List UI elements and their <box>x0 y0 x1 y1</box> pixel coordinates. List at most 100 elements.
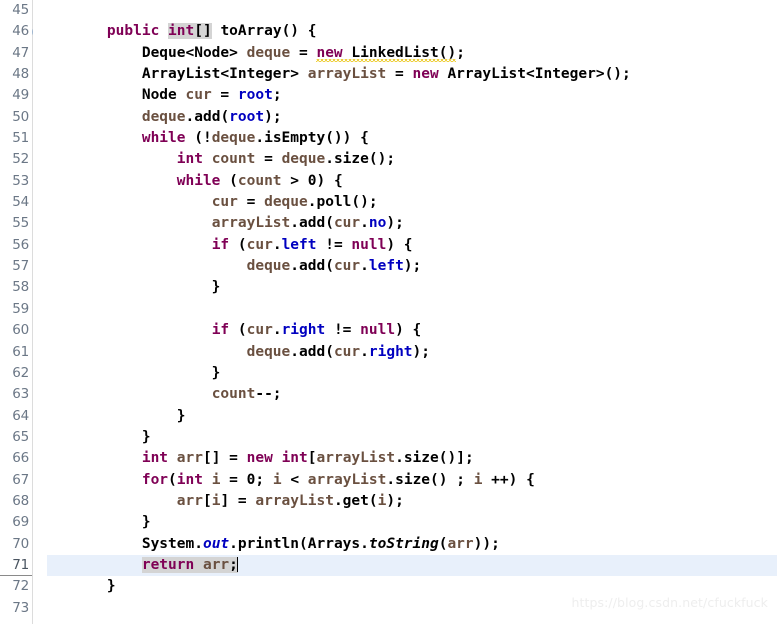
token-local-cur: cur <box>211 194 238 211</box>
line-number: 61 <box>12 343 29 360</box>
token-keyword: public <box>106 23 160 40</box>
token-method-toArray: toArray <box>220 23 282 40</box>
token-method-poll: poll <box>316 194 352 211</box>
code-line[interactable]: System.out.println(Arrays.toString(arr))… <box>47 534 777 555</box>
line-number: 57 <box>12 258 29 275</box>
code-line[interactable]: } <box>47 427 777 448</box>
token-local-deque: deque <box>141 108 186 125</box>
token-local-arr: arr <box>447 535 474 552</box>
token-local-arr: arr <box>176 450 203 467</box>
token-local-arr: arr <box>176 492 203 509</box>
code-text-area[interactable]: public int[] toArray() { Deque<Node> deq… <box>47 0 777 624</box>
code-line[interactable]: arrayList.add(cur.no); <box>47 213 777 234</box>
code-line[interactable]: } <box>47 512 777 533</box>
token-method-add: add <box>299 258 326 275</box>
code-line[interactable]: Deque<Node> deque = new LinkedList(); <box>47 43 777 64</box>
token-keyword: int <box>176 471 203 488</box>
code-line[interactable] <box>47 0 777 21</box>
token-local-arrayList: arrayList <box>307 471 387 488</box>
code-line[interactable]: while (!deque.isEmpty()) { <box>47 128 777 149</box>
line-number: 58 <box>12 279 29 296</box>
code-line[interactable]: deque.add(cur.left); <box>47 256 777 277</box>
code-line[interactable]: int arr[] = new int[arrayList.size()]; <box>47 448 777 469</box>
code-line[interactable]: deque.add(cur.right); <box>47 342 777 363</box>
code-line[interactable]: public int[] toArray() { <box>47 21 777 42</box>
code-line-current[interactable]: return arr; <box>47 554 777 577</box>
token-type-Node: Node <box>141 87 177 104</box>
code-line[interactable]: if (cur.right != null) { <box>47 320 777 341</box>
java-source-editor[interactable]: 45 46 47 48 49 50 51 52 53 54 55 56 57 5… <box>0 0 777 624</box>
line-number: 47 <box>12 44 29 61</box>
code-line[interactable] <box>47 598 777 619</box>
line-number: 46 <box>0 21 43 42</box>
code-line[interactable]: int count = deque.size(); <box>47 149 777 170</box>
token-field-right: right <box>368 343 413 360</box>
line-number: 51 <box>12 130 29 147</box>
line-number: 72 <box>12 578 29 595</box>
token-method-size: size <box>333 151 369 168</box>
token-local-deque: deque <box>264 194 308 211</box>
token-local-arr: arr <box>202 556 230 573</box>
line-number: 60 <box>12 322 29 339</box>
line-number-label: 46 <box>12 23 29 40</box>
token-local-cur: cur <box>333 258 361 275</box>
code-line[interactable]: if (cur.left != null) { <box>47 235 777 256</box>
code-line[interactable]: } <box>47 406 777 427</box>
token-type-Arrays: Arrays <box>307 535 361 552</box>
token-local-arrayList: arrayList <box>316 450 396 467</box>
code-line[interactable]: arr[i] = arrayList.get(i); <box>47 491 777 512</box>
token-keyword: int <box>168 23 195 40</box>
line-number: 50 <box>12 108 29 125</box>
token-local-i: i <box>272 471 282 488</box>
code-line[interactable]: ArrayList<Integer> arrayList = new Array… <box>47 64 777 85</box>
line-number: 67 <box>12 471 29 488</box>
folding-strip[interactable] <box>33 0 47 624</box>
line-number: 69 <box>12 514 29 531</box>
token-keyword: new <box>412 66 439 83</box>
code-line[interactable]: Node cur = root; <box>47 85 777 106</box>
code-line[interactable]: count--; <box>47 384 777 405</box>
token-local-arrayList: arrayList <box>255 492 334 509</box>
line-number: 56 <box>12 236 29 253</box>
occurrence-highlight-return-arr: return arr; <box>141 556 238 573</box>
line-number: 54 <box>12 194 29 211</box>
occurrence-highlight-int-array: int[] <box>168 23 212 40</box>
token-keyword: return <box>141 556 195 573</box>
code-line[interactable]: while (count > 0) { <box>47 171 777 192</box>
token-method-isEmpty: isEmpty <box>264 130 326 147</box>
token-keyword: while <box>141 130 186 147</box>
code-line[interactable]: deque.add(root); <box>47 107 777 128</box>
code-line[interactable]: } <box>47 576 777 597</box>
code-line[interactable]: cur = deque.poll(); <box>47 192 777 213</box>
token-keyword: if <box>211 236 230 253</box>
code-line[interactable]: } <box>47 277 777 298</box>
token-method-get: get <box>342 492 369 509</box>
token-type-LinkedList: LinkedList <box>351 44 439 61</box>
token-keyword: for <box>141 471 169 488</box>
token-method-size: size <box>403 450 439 467</box>
line-number: 59 <box>12 300 29 317</box>
code-line[interactable] <box>47 299 777 320</box>
line-number: 53 <box>12 172 29 189</box>
warning-squiggle-raw-type: new LinkedList() <box>316 44 457 61</box>
token-method-add: add <box>194 108 221 125</box>
line-number: 73 <box>12 599 29 616</box>
token-local-cur: cur <box>333 215 361 232</box>
token-method-add: add <box>299 215 326 232</box>
token-keyword: null <box>351 236 387 253</box>
token-local-count: count <box>237 172 282 189</box>
line-number: 66 <box>12 450 29 467</box>
code-line[interactable]: for(int i = 0; i < arrayList.size() ; i … <box>47 470 777 491</box>
token-local-arrayList: arrayList <box>307 66 387 83</box>
token-local-cur: cur <box>333 343 361 360</box>
token-local-deque: deque <box>246 44 291 61</box>
line-number: 48 <box>12 66 29 83</box>
code-line[interactable]: } <box>47 363 777 384</box>
line-number: 63 <box>12 386 29 403</box>
token-local-cur: cur <box>246 322 273 339</box>
token-field-root: root <box>229 108 265 125</box>
line-number-gutter[interactable]: 45 46 47 48 49 50 51 52 53 54 55 56 57 5… <box>0 0 43 624</box>
token-method-size: size <box>395 471 431 488</box>
line-number: 62 <box>12 364 29 381</box>
